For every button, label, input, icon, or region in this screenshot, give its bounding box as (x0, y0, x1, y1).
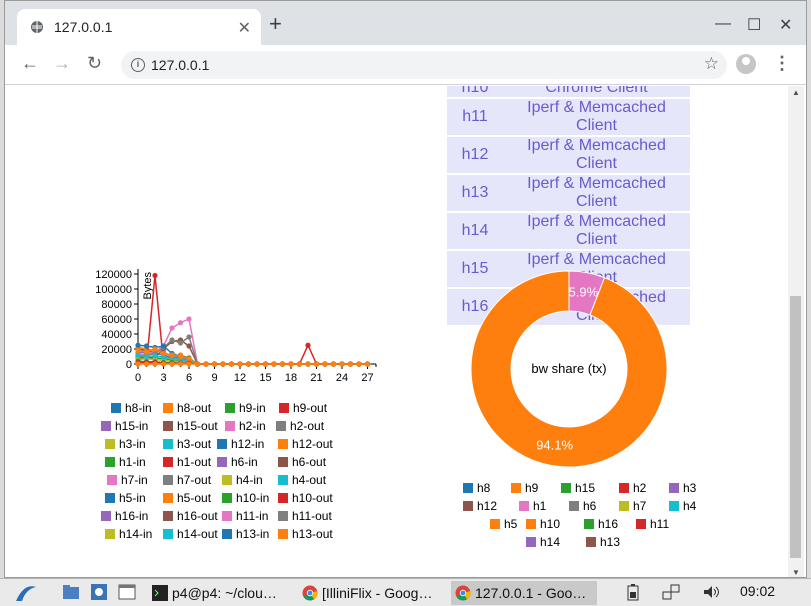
task-localhost-label: 127.0.0.1 - Goo… (475, 585, 587, 601)
browser-toolbar: ← → ↻ i 127.0.0.1 ☆ ⋮ (5, 45, 806, 85)
window-app-icon[interactable] (118, 583, 136, 601)
task-illiniflix-label: [IlliniFlix - Goog… (322, 585, 433, 601)
legend-label: h2 (633, 481, 647, 495)
legend-label: h14 (540, 535, 561, 549)
legend-item: h15 (561, 481, 595, 495)
legend-item: h2 (619, 481, 646, 495)
reload-icon[interactable]: ↻ (87, 53, 102, 74)
volume-icon[interactable] (702, 583, 720, 601)
legend-label: h13 (600, 535, 621, 549)
legend-swatch (586, 537, 596, 547)
maximize-button[interactable]: ☐ (747, 15, 761, 35)
legend-item: h10 (526, 517, 560, 531)
slice-label: 5.9% (569, 284, 599, 299)
new-tab-button[interactable]: + (269, 13, 282, 35)
page-viewport: h10 Chrome Client h11 Iperf & Memcached Cli… (5, 86, 806, 577)
legend-label: h5 (504, 517, 518, 531)
file-manager-icon[interactable] (62, 583, 80, 601)
legend-label: h12 (477, 499, 498, 513)
legend-item: h14 (526, 535, 560, 549)
bookmark-star-icon[interactable]: ☆ (704, 54, 719, 74)
legend-swatch (511, 483, 521, 493)
tab-active[interactable]: 127.0.0.1 ✕ (17, 9, 261, 45)
battery-icon[interactable] (624, 583, 642, 601)
globe-icon (31, 21, 43, 33)
legend-swatch (463, 501, 473, 511)
close-window-button[interactable]: ✕ (779, 15, 792, 35)
legend-swatch (619, 501, 629, 511)
slice-label: 94.1% (536, 438, 573, 453)
minimize-button[interactable]: — (715, 15, 731, 33)
legend-item: h1 (519, 499, 546, 513)
legend-swatch (490, 519, 500, 529)
legend-swatch (636, 519, 646, 529)
legend-swatch (619, 483, 629, 493)
task-terminal[interactable]: p4@p4: ~/clou… (146, 581, 294, 605)
clock: 09:02 (740, 583, 776, 599)
url-text[interactable]: 127.0.0.1 (151, 57, 209, 73)
network-icon[interactable] (662, 583, 680, 601)
legend-label: h10 (540, 517, 561, 531)
legend-label: h9 (525, 481, 539, 495)
close-tab-icon[interactable]: ✕ (238, 18, 251, 38)
scrollbar-thumb[interactable] (790, 296, 801, 558)
tab-title: 127.0.0.1 (54, 19, 113, 35)
legend-swatch (463, 483, 473, 493)
legend-swatch (526, 537, 536, 547)
legend-swatch (584, 519, 594, 529)
legend-label: h1 (533, 499, 547, 513)
legend-swatch (526, 519, 536, 529)
legend-label: h6 (583, 499, 597, 513)
legend-item: h13 (586, 535, 620, 549)
legend-item: h5 (490, 517, 517, 531)
legend-swatch (561, 483, 571, 493)
legend-item: h3 (669, 481, 696, 495)
task-illiniflix[interactable]: [IlliniFlix - Goog… (298, 581, 448, 605)
taskbar: p4@p4: ~/clou… [IlliniFlix - Goog… 127.0… (0, 578, 811, 606)
legend-label: h15 (575, 481, 596, 495)
legend-item: h9 (511, 481, 538, 495)
legend-item: h16 (584, 517, 618, 531)
task-terminal-label: p4@p4: ~/clou… (172, 585, 277, 601)
info-icon[interactable]: i (131, 58, 145, 72)
scroll-up-icon[interactable]: ▲ (792, 88, 800, 97)
legend-swatch (569, 501, 579, 511)
scroll-down-icon[interactable]: ▼ (792, 568, 800, 577)
tab-strip: 127.0.0.1 ✕ + — ☐ ✕ (5, 1, 806, 45)
legend-item: h11 (636, 517, 669, 531)
chrome-icon (455, 585, 471, 601)
legend-label: h7 (633, 499, 647, 513)
forward-arrow-icon[interactable]: → (53, 53, 71, 74)
terminal-icon (152, 585, 168, 601)
donut-title: bw share (tx) (531, 361, 606, 376)
menu-kebab-icon[interactable]: ⋮ (773, 53, 791, 74)
legend-label: h16 (598, 517, 619, 531)
vertical-scrollbar[interactable]: ▲ ▼ (788, 86, 804, 577)
legend-swatch (669, 483, 679, 493)
profile-avatar[interactable] (736, 54, 756, 74)
legend-item: h4 (669, 499, 696, 513)
legend-item: h12 (463, 499, 497, 513)
start-menu-icon[interactable] (14, 581, 38, 603)
legend-label: h8 (477, 481, 491, 495)
address-bar[interactable]: i 127.0.0.1 ☆ (121, 51, 727, 79)
legend-item: h8 (463, 481, 490, 495)
legend-swatch (519, 501, 529, 511)
legend-swatch (669, 501, 679, 511)
legend-item: h6 (569, 499, 596, 513)
browser-window: 127.0.0.1 ✕ + — ☐ ✕ ← → ↻ i 127.0.0.1 ☆ … (4, 0, 807, 578)
network-app-icon[interactable] (90, 583, 108, 601)
back-arrow-icon[interactable]: ← (21, 53, 39, 74)
legend-label: h3 (683, 481, 697, 495)
legend-label: h4 (683, 499, 697, 513)
legend-item: h7 (619, 499, 646, 513)
chrome-icon (302, 585, 318, 601)
task-localhost[interactable]: 127.0.0.1 - Goo… (451, 581, 597, 605)
legend-label: h11 (650, 517, 670, 531)
